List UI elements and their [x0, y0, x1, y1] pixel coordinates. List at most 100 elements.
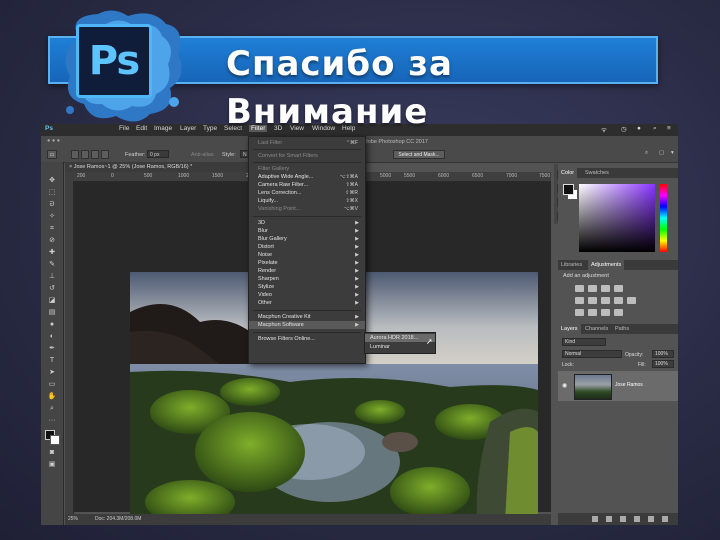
add-selection-icon[interactable]	[81, 150, 89, 159]
threshold-icon[interactable]	[601, 309, 610, 316]
brush-tool-icon[interactable]: ✎	[46, 260, 58, 269]
eyedropper-tool-icon[interactable]: ⊘	[46, 236, 58, 245]
layer-style-icon[interactable]	[606, 516, 612, 522]
share-icon[interactable]: ▾	[671, 150, 674, 156]
gradient-tool-icon[interactable]: ▤	[46, 308, 58, 317]
tab-libraries[interactable]: Libraries	[558, 260, 585, 270]
add-mask-icon[interactable]	[620, 516, 626, 522]
link-layers-icon[interactable]	[592, 516, 598, 522]
menu-item-vanishing-point[interactable]: Vanishing Point... ⌥⌘V	[249, 205, 365, 213]
tab-layers[interactable]: Layers	[558, 324, 581, 334]
black-white-icon[interactable]	[614, 297, 623, 304]
path-select-tool-icon[interactable]: ➤	[46, 368, 58, 377]
menu-item-camera-raw[interactable]: Camera Raw Filter... ⇧⌘A	[249, 181, 365, 189]
layer-row[interactable]: ◉ Jose Ramos	[558, 371, 678, 401]
pen-tool-icon[interactable]: ✒	[46, 344, 58, 353]
submenu-item-luminar[interactable]: Luminar	[365, 343, 435, 351]
color-picker-field[interactable]	[579, 184, 655, 252]
menu-item-video[interactable]: Video ▶	[249, 291, 365, 299]
quick-select-tool-icon[interactable]: ✧	[46, 212, 58, 221]
menu-item-last-filter[interactable]: Last Filter ⌃⌘F	[249, 139, 365, 147]
menu-item-filter-gallery[interactable]: Filter Gallery	[249, 165, 365, 173]
new-adjustment-icon[interactable]	[634, 516, 640, 522]
select-and-mask-button[interactable]: Select and Mask...	[393, 150, 445, 159]
rectangle-tool-icon[interactable]: ▭	[46, 380, 58, 389]
tab-paths[interactable]: Paths	[612, 324, 632, 334]
window-controls-icon[interactable]: ● ● ●	[47, 138, 60, 144]
menu-item-macphun-software[interactable]: Macphun Software ▶	[249, 321, 365, 329]
menu-item-render[interactable]: Render ▶	[249, 267, 365, 275]
menu-image[interactable]: Image	[154, 125, 172, 132]
menu-item-distort[interactable]: Distort ▶	[249, 243, 365, 251]
delete-layer-icon[interactable]	[662, 516, 668, 522]
hue-slider[interactable]	[660, 184, 667, 252]
background-color-swatch[interactable]	[50, 435, 60, 445]
tab-color[interactable]: Color	[558, 168, 578, 178]
foreground-swatch[interactable]	[563, 184, 574, 195]
clone-stamp-tool-icon[interactable]: ⊥	[46, 272, 58, 281]
menu-item-3d[interactable]: 3D ▶	[249, 219, 365, 227]
submenu-item-aurora-hdr[interactable]: Aurora HDR 2018...	[365, 334, 435, 342]
tab-channels[interactable]: Channels	[582, 324, 611, 334]
tab-adjustments[interactable]: Adjustments	[588, 260, 625, 270]
menu-type[interactable]: Type	[203, 125, 217, 132]
move-tool-icon[interactable]: ✥	[46, 176, 58, 185]
menu-item-sharpen[interactable]: Sharpen ▶	[249, 275, 365, 283]
opacity-input[interactable]: 100%	[652, 350, 674, 358]
menu-layer[interactable]: Layer	[180, 125, 196, 132]
search-icon[interactable]: ⌕	[653, 125, 657, 133]
menu-item-macphun-creative-kit[interactable]: Macphun Creative Kit ▶	[249, 313, 365, 321]
feather-input[interactable]: 0 px	[147, 150, 169, 158]
blend-mode-select[interactable]: Normal	[562, 350, 622, 358]
search-icon[interactable]: ⌕	[645, 150, 648, 157]
intersect-selection-icon[interactable]	[101, 150, 109, 159]
curves-icon[interactable]	[601, 285, 610, 292]
photo-filter-icon[interactable]	[627, 297, 636, 304]
visibility-eye-icon[interactable]: ◉	[562, 382, 567, 389]
zoom-level[interactable]: 25%	[68, 514, 78, 525]
vibrance-icon[interactable]	[575, 297, 584, 304]
hue-saturation-icon[interactable]	[588, 297, 597, 304]
menu-item-stylize[interactable]: Stylize ▶	[249, 283, 365, 291]
new-group-icon[interactable]	[648, 516, 654, 522]
menu-item-blur-gallery[interactable]: Blur Gallery ▶	[249, 235, 365, 243]
posterize-icon[interactable]	[588, 309, 597, 316]
more-tools-icon[interactable]: ···	[46, 416, 58, 425]
invert-icon[interactable]	[575, 309, 584, 316]
quick-mask-icon[interactable]: ◙	[46, 448, 58, 457]
exposure-icon[interactable]	[614, 285, 623, 292]
menu-item-noise[interactable]: Noise ▶	[249, 251, 365, 259]
layer-filter-kind[interactable]: Kind	[562, 338, 606, 346]
lasso-tool-icon[interactable]: ᘐ	[46, 200, 58, 209]
levels-icon[interactable]	[588, 285, 597, 292]
eraser-tool-icon[interactable]: ◪	[46, 296, 58, 305]
new-selection-icon[interactable]	[71, 150, 79, 159]
hand-tool-icon[interactable]: ✋	[46, 392, 58, 401]
menu-item-liquify[interactable]: Liquify... ⇧⌘X	[249, 197, 365, 205]
menu-item-browse-filters-online[interactable]: Browse Filters Online...	[249, 335, 365, 343]
zoom-tool-icon[interactable]: ⌕	[46, 404, 58, 413]
list-icon[interactable]: ≡	[667, 125, 671, 132]
color-balance-icon[interactable]	[601, 297, 610, 304]
menu-ps-logo[interactable]: Ps	[45, 125, 53, 132]
healing-brush-tool-icon[interactable]: ✚	[46, 248, 58, 257]
menu-item-blur[interactable]: Blur ▶	[249, 227, 365, 235]
menu-item-pixelate[interactable]: Pixelate ▶	[249, 259, 365, 267]
menu-edit[interactable]: Edit	[136, 125, 147, 132]
brightness-contrast-icon[interactable]	[575, 285, 584, 292]
menu-item-convert-smart-filters[interactable]: Convert for Smart Filters	[249, 152, 365, 160]
gradient-map-icon[interactable]	[614, 309, 623, 316]
crop-tool-icon[interactable]: ⌗	[46, 224, 58, 233]
menu-item-lens-correction[interactable]: Lens Correction... ⇧⌘R	[249, 189, 365, 197]
tab-swatches[interactable]: Swatches	[582, 168, 612, 178]
blur-tool-icon[interactable]: ●	[46, 320, 58, 329]
document-tab[interactable]: × Jose Ramos~1 @ 25% (Jose Ramos, RGB/16…	[65, 162, 265, 172]
menu-item-other[interactable]: Other ▶	[249, 299, 365, 307]
history-brush-tool-icon[interactable]: ↺	[46, 284, 58, 293]
layer-name[interactable]: Jose Ramos	[615, 382, 643, 388]
type-tool-icon[interactable]: T	[46, 356, 58, 365]
dodge-tool-icon[interactable]: ◐	[46, 332, 58, 341]
menu-item-adaptive-wide-angle[interactable]: Adaptive Wide Angle... ⌥⇧⌘A	[249, 173, 365, 181]
anti-alias-checkbox[interactable]: Anti-alias	[191, 152, 214, 158]
marquee-tool-icon[interactable]: ⬚	[46, 188, 58, 197]
